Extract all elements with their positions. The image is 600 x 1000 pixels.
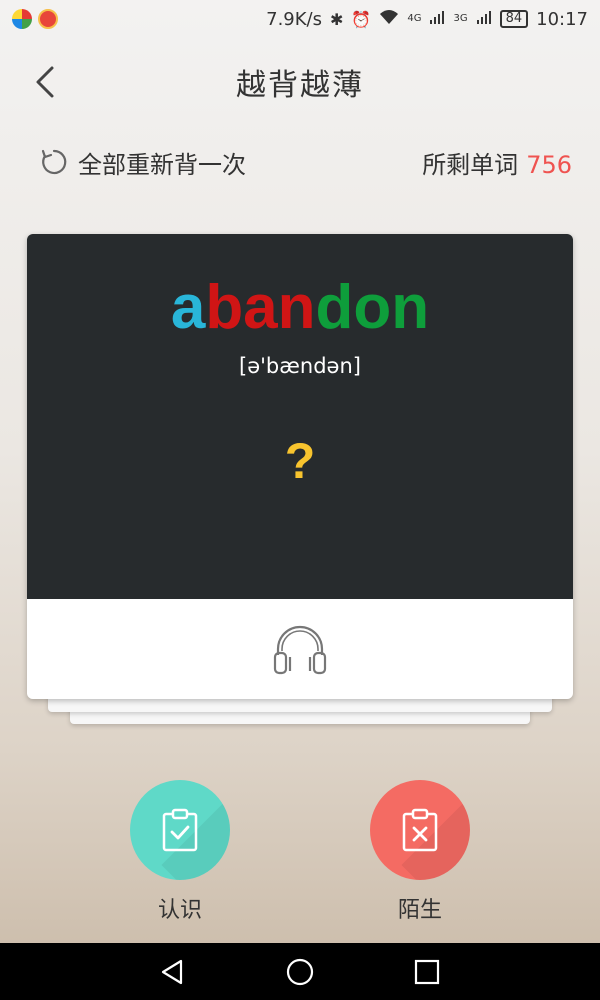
unknown-action: 陌生	[370, 780, 470, 924]
chevron-left-icon	[36, 66, 54, 98]
network-label-a: 4G	[407, 13, 422, 24]
unknown-button[interactable]	[370, 780, 470, 880]
battery-icon: 84	[499, 10, 529, 28]
know-action: 认识	[130, 780, 230, 924]
circle-home-icon	[286, 958, 314, 985]
weibo-notification-icon	[38, 9, 58, 29]
back-button[interactable]	[28, 62, 68, 102]
header: 越背越薄	[0, 52, 600, 112]
nav-home-button[interactable]	[283, 955, 317, 989]
network-speed: 7.9K/s	[266, 8, 322, 30]
remaining-words: 所剩单词 756	[422, 145, 572, 180]
signal-icon-2	[476, 9, 492, 29]
square-recents-icon	[414, 959, 439, 984]
unknown-label: 陌生	[397, 898, 442, 923]
word-card[interactable]: abandon [ə'bændən] ?	[27, 234, 573, 699]
remaining-words-count: 756	[526, 150, 572, 179]
status-indicators: 7.9K/s ✱ ⏰ 4G 3G 84 10:17	[266, 9, 588, 30]
play-pronunciation-button[interactable]	[270, 619, 330, 679]
phonetic: [ə'bændən]	[239, 354, 361, 378]
triangle-back-icon	[162, 959, 183, 984]
headphones-icon	[273, 625, 327, 675]
restart-all-label: 全部重新背一次	[78, 150, 246, 179]
word-part-prefix: a	[170, 273, 206, 342]
word-card-front: abandon [ə'bændən] ?	[27, 234, 573, 599]
alarm-icon: ⏰	[351, 9, 372, 29]
remaining-words-label: 所剩单词	[422, 150, 519, 179]
refresh-icon	[41, 149, 67, 175]
app-notification-icon	[12, 9, 32, 29]
word: abandon	[27, 272, 573, 343]
bluetooth-icon: ✱	[330, 9, 344, 29]
system-nav-bar	[0, 943, 600, 1000]
wifi-icon	[379, 9, 399, 29]
network-label-b: 3G	[453, 13, 468, 24]
nav-recents-button[interactable]	[410, 955, 444, 989]
meaning-hidden-mark[interactable]: ?	[27, 432, 573, 490]
know-button[interactable]	[130, 780, 230, 880]
notification-icons	[12, 9, 58, 29]
restart-all-button[interactable]: 全部重新背一次	[40, 145, 246, 180]
word-card-audio-bar	[27, 599, 573, 699]
clipboard-x-icon	[402, 808, 438, 852]
sub-bar: 全部重新背一次 所剩单词 756	[40, 140, 572, 184]
signal-icon	[429, 9, 445, 29]
nav-back-button[interactable]	[156, 955, 190, 989]
word-part-middle: ban	[205, 273, 316, 342]
know-label: 认识	[157, 898, 202, 923]
page-title: 越背越薄	[236, 68, 364, 103]
word-part-suffix: don	[315, 273, 430, 342]
clock: 10:17	[536, 8, 588, 30]
clipboard-check-icon	[162, 808, 198, 852]
status-bar: 7.9K/s ✱ ⏰ 4G 3G 84 10:17	[0, 0, 600, 38]
